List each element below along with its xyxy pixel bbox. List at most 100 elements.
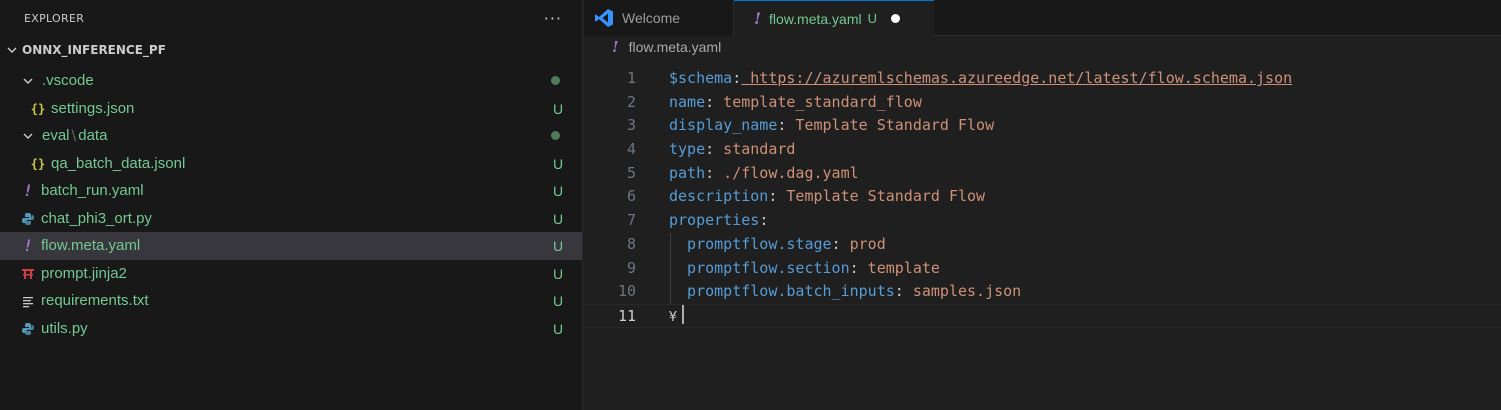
yaml-colon: :	[849, 258, 859, 277]
yaml-key: type	[669, 140, 706, 159]
tree-item-requirements-txt[interactable]: requirements.txt U	[0, 287, 582, 315]
jinja-file-icon	[20, 266, 36, 282]
line-number: 6	[626, 187, 636, 206]
status-badge: U	[867, 11, 878, 26]
path-separator: \	[71, 127, 77, 144]
code-line: 6 description: Template Standard Flow	[584, 185, 1501, 209]
chevron-down-icon	[20, 73, 36, 89]
project-title: ONNX_INFERENCE_PF	[22, 43, 166, 57]
modified-dot-indicator	[551, 131, 560, 140]
yaml-colon: :	[732, 69, 742, 87]
tree-item-label: .vscode	[42, 72, 94, 90]
yaml-file-icon: !	[23, 236, 33, 256]
tree-item-chat-phi3-ort[interactable]: chat_phi3_ort.py U	[0, 205, 582, 233]
yaml-colon: :	[831, 234, 841, 253]
yaml-colon: :	[705, 140, 715, 159]
tree-item-batch-run-yaml[interactable]: ! batch_run.yaml U	[0, 177, 582, 205]
code-line: 5 path: ./flow.dag.yaml	[584, 162, 1501, 186]
yaml-key: path	[669, 163, 706, 182]
tree-item-label: eval	[42, 127, 70, 145]
yaml-value: Template Standard Flow	[777, 187, 986, 206]
tree-item-label: chat_phi3_ort.py	[41, 210, 152, 228]
editor-area: Welcome ! flow.meta.yaml U ! flow.meta.y…	[584, 0, 1501, 410]
line-number: 9	[626, 258, 636, 277]
tab-flow-meta-yaml[interactable]: ! flow.meta.yaml U	[734, 0, 934, 36]
status-badge: U	[552, 320, 564, 337]
yaml-file-icon: !	[23, 181, 33, 201]
yaml-file-icon: !	[612, 38, 619, 56]
python-file-icon	[20, 211, 36, 227]
json-file-icon: {}	[30, 101, 46, 116]
yaml-value: template_standard_flow	[714, 92, 922, 111]
line-number: 11	[617, 306, 636, 325]
yaml-key: description	[669, 187, 769, 206]
yaml-key: display_name	[669, 116, 778, 135]
yaml-file-icon: !	[754, 9, 762, 28]
status-badge: U	[552, 182, 564, 199]
code-editor[interactable]: 1 $schema: https://azuremlschemas.azureed…	[584, 67, 1501, 328]
yaml-value: samples.json	[903, 282, 1022, 301]
status-badge: U	[552, 237, 564, 254]
code-line: 10 promptflow.batch_inputs: samples.json	[584, 280, 1501, 304]
unsaved-dot-icon[interactable]	[891, 14, 901, 23]
tree-item-qa-batch-data[interactable]: {} qa_batch_data.jsonl U	[0, 150, 582, 178]
yaml-colon: :	[705, 163, 715, 182]
tab-label: flow.meta.yaml	[769, 10, 862, 27]
breadcrumb: ! flow.meta.yaml	[584, 36, 1501, 58]
yaml-colon: :	[705, 92, 715, 111]
yaml-value: template	[858, 258, 940, 277]
tree-item-settings-json[interactable]: {} settings.json U	[0, 95, 582, 123]
project-root[interactable]: ONNX_INFERENCE_PF	[0, 36, 582, 64]
modified-dot-indicator	[551, 76, 560, 85]
yaml-value: Template Standard Flow	[786, 116, 995, 135]
tree-item-label: batch_run.yaml	[41, 182, 144, 200]
code-line: 3 display_name: Template Standard Flow	[584, 114, 1501, 138]
yaml-key: name	[669, 92, 706, 111]
json-file-icon: {}	[30, 156, 46, 171]
status-badge: U	[552, 292, 564, 309]
tree-item-flow-meta-yaml[interactable]: ! flow.meta.yaml U	[0, 232, 582, 260]
status-badge: U	[552, 155, 564, 172]
line-number: 8	[626, 234, 636, 253]
yaml-key: properties	[669, 211, 760, 230]
text-file-icon	[20, 293, 36, 309]
tree-item-utils-py[interactable]: utils.py U	[0, 315, 582, 343]
explorer-sidebar: EXPLORER ··· ONNX_INFERENCE_PF .vscode {…	[0, 0, 583, 410]
tree-item-label: flow.meta.yaml	[41, 237, 141, 255]
line-number: 3	[626, 116, 636, 135]
schema-link[interactable]: https://azuremlschemas.azureedge.net/lat…	[741, 69, 1292, 87]
tree-item-label-sub: data	[78, 127, 108, 145]
tree-item-label: requirements.txt	[41, 292, 149, 310]
tree-item-label: prompt.jinja2	[41, 265, 127, 283]
tab-bar: Welcome ! flow.meta.yaml U	[584, 0, 1501, 36]
line-number: 4	[626, 140, 636, 159]
status-badge: U	[552, 210, 564, 227]
status-badge: U	[552, 100, 564, 117]
tree-item-eval-data-folder[interactable]: eval \ data	[0, 122, 582, 150]
tree-item-vscode-folder[interactable]: .vscode	[0, 67, 582, 95]
code-line: 9 promptflow.section: template	[584, 257, 1501, 281]
code-line: 7 properties:	[584, 209, 1501, 233]
code-line: 4 type: standard	[584, 138, 1501, 162]
tree-item-prompt-jinja2[interactable]: prompt.jinja2 U	[0, 260, 582, 288]
tab-label: Welcome	[622, 10, 681, 26]
yaml-value: standard	[714, 140, 796, 159]
tree-item-label: qa_batch_data.jsonl	[51, 155, 186, 173]
code-line-current: 11 ¥	[584, 303, 1501, 328]
more-actions-icon[interactable]: ···	[544, 9, 562, 28]
code-line: 8 promptflow.stage: prod	[584, 233, 1501, 257]
explorer-header: EXPLORER ···	[0, 0, 582, 36]
yaml-value: prod	[840, 234, 886, 253]
code-line: 1 $schema: https://azuremlschemas.azureed…	[584, 67, 1501, 91]
tree-item-label: settings.json	[51, 100, 135, 118]
yaml-colon: :	[894, 282, 904, 301]
line-number: 2	[626, 92, 636, 111]
breadcrumb-file[interactable]: flow.meta.yaml	[629, 39, 722, 55]
line-number: 5	[626, 163, 636, 182]
tab-welcome[interactable]: Welcome	[584, 0, 734, 36]
yaml-key: promptflow.stage	[669, 234, 832, 253]
explorer-title: EXPLORER	[24, 11, 85, 25]
chevron-down-icon	[20, 128, 36, 144]
line-number: 1	[626, 69, 636, 87]
tree-item-label: utils.py	[41, 320, 88, 338]
